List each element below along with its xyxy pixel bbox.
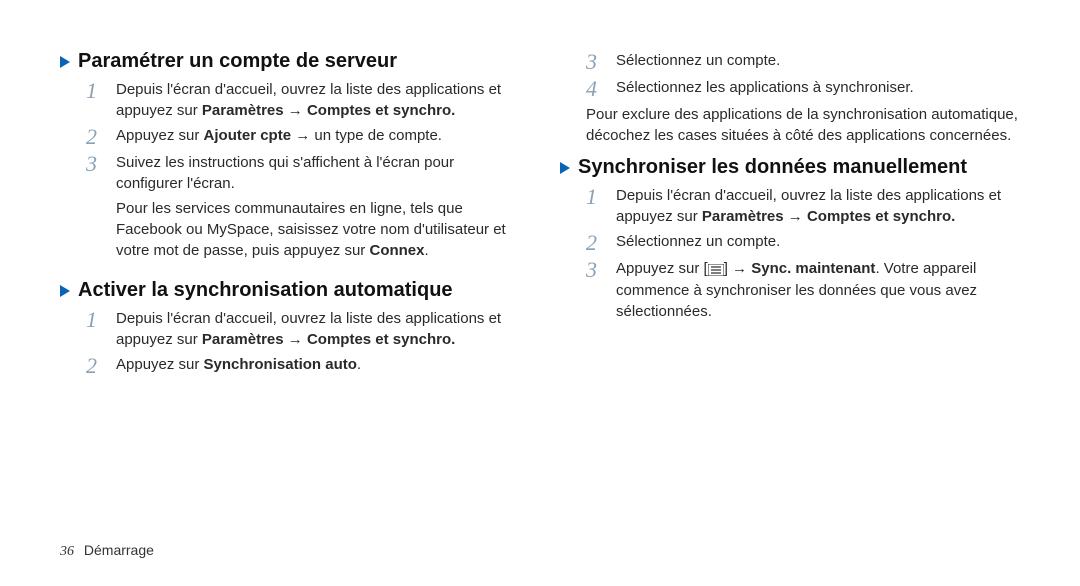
- chevron-right-icon: [560, 162, 570, 174]
- step-number: 3: [586, 50, 604, 73]
- step-bold: Paramètres → Comptes et synchro.: [202, 331, 455, 348]
- step: 2 Appuyez sur Ajouter cpte → un type de …: [86, 125, 520, 148]
- section-server-account: Paramétrer un compte de serveur 1 Depuis…: [60, 50, 520, 261]
- note-bold: Connex: [369, 242, 424, 259]
- step-bold: Paramètres → Comptes et synchro.: [702, 208, 955, 225]
- chevron-right-icon: [60, 56, 70, 68]
- footer-label: Démarrage: [84, 542, 154, 558]
- section-note: Pour les services communautaires en lign…: [60, 198, 520, 261]
- step-text: Sélectionnez les applications à synchron…: [616, 79, 914, 96]
- step-body: Sélectionnez un compte.: [616, 50, 1020, 71]
- step-bold: Synchronisation auto: [204, 356, 357, 373]
- step: 2 Sélectionnez un compte.: [586, 231, 1020, 254]
- columns: Paramétrer un compte de serveur 1 Depuis…: [60, 50, 1020, 395]
- section-title-text: Activer la synchronisation automatique: [78, 279, 453, 302]
- step-body: Appuyez sur Synchronisation auto.: [116, 354, 520, 375]
- note-post: .: [425, 242, 429, 259]
- note-text: Pour les services communautaires en lign…: [116, 200, 506, 259]
- chevron-right-icon: [60, 285, 70, 297]
- right-column: 3 Sélectionnez un compte. 4 Sélectionnez…: [560, 50, 1020, 395]
- step: 1 Depuis l'écran d'accueil, ouvrez la li…: [86, 79, 520, 121]
- step-number: 1: [86, 308, 104, 331]
- step-body: Appuyez sur Ajouter cpte → un type de co…: [116, 125, 520, 146]
- step: 4 Sélectionnez les applications à synchr…: [586, 77, 1020, 100]
- step-text-pre1: Appuyez sur [: [616, 260, 708, 277]
- section-title: Synchroniser les données manuellement: [560, 156, 1020, 179]
- step-text-post: → un type de compte.: [291, 127, 442, 144]
- step-body: Depuis l'écran d'accueil, ouvrez la list…: [616, 185, 1020, 227]
- step: 2 Appuyez sur Synchronisation auto.: [86, 354, 520, 377]
- step-number: 2: [86, 125, 104, 148]
- step-body: Suivez les instructions qui s'affichent …: [116, 152, 520, 194]
- step-body: Sélectionnez les applications à synchron…: [616, 77, 1020, 98]
- step: 1 Depuis l'écran d'accueil, ouvrez la li…: [86, 308, 520, 350]
- manual-page: Paramétrer un compte de serveur 1 Depuis…: [0, 0, 1080, 586]
- step-text-post: .: [357, 356, 361, 373]
- step-number: 3: [586, 258, 604, 281]
- step-text: Suivez les instructions qui s'affichent …: [116, 154, 454, 192]
- steps-list: 1 Depuis l'écran d'accueil, ouvrez la li…: [560, 185, 1020, 322]
- step-number: 2: [586, 231, 604, 254]
- step-number: 3: [86, 152, 104, 175]
- menu-icon: [708, 259, 724, 280]
- section-title-text: Paramétrer un compte de serveur: [78, 50, 397, 73]
- step: 3 Sélectionnez un compte.: [586, 50, 1020, 73]
- step-body: Depuis l'écran d'accueil, ouvrez la list…: [116, 308, 520, 350]
- left-column: Paramétrer un compte de serveur 1 Depuis…: [60, 50, 520, 395]
- step-text: Sélectionnez un compte.: [616, 233, 780, 250]
- step-bold: Sync. maintenant: [751, 260, 875, 277]
- step-body: Appuyez sur [] → Sync. maintenant. Votre…: [616, 258, 1020, 322]
- step-text: Sélectionnez un compte.: [616, 52, 780, 69]
- step-number: 4: [586, 77, 604, 100]
- page-number: 36: [60, 544, 74, 559]
- step-text: Appuyez sur: [116, 127, 204, 144]
- step-body: Depuis l'écran d'accueil, ouvrez la list…: [116, 79, 520, 121]
- section-title: Paramétrer un compte de serveur: [60, 50, 520, 73]
- section-title-text: Synchroniser les données manuellement: [578, 156, 967, 179]
- step-text: Appuyez sur: [116, 356, 204, 373]
- step: 3 Suivez les instructions qui s'affichen…: [86, 152, 520, 194]
- step: 3 Appuyez sur [] → Sync. maintenant. Vot…: [586, 258, 1020, 322]
- step-body: Sélectionnez un compte.: [616, 231, 1020, 252]
- step-text-pre2: ] →: [724, 260, 752, 277]
- steps-list: 1 Depuis l'écran d'accueil, ouvrez la li…: [60, 79, 520, 194]
- step-bold: Ajouter cpte: [204, 127, 292, 144]
- steps-list-continued: 3 Sélectionnez un compte. 4 Sélectionnez…: [560, 50, 1020, 100]
- paragraph: Pour exclure des applications de la sync…: [560, 104, 1020, 146]
- section-manual-sync: Synchroniser les données manuellement 1 …: [560, 156, 1020, 322]
- steps-list: 1 Depuis l'écran d'accueil, ouvrez la li…: [60, 308, 520, 377]
- step-number: 1: [586, 185, 604, 208]
- section-title: Activer la synchronisation automatique: [60, 279, 520, 302]
- step-number: 2: [86, 354, 104, 377]
- page-footer: 36 Démarrage: [60, 542, 154, 560]
- step: 1 Depuis l'écran d'accueil, ouvrez la li…: [586, 185, 1020, 227]
- step-bold: Paramètres → Comptes et synchro.: [202, 102, 455, 119]
- step-number: 1: [86, 79, 104, 102]
- section-auto-sync: Activer la synchronisation automatique 1…: [60, 279, 520, 377]
